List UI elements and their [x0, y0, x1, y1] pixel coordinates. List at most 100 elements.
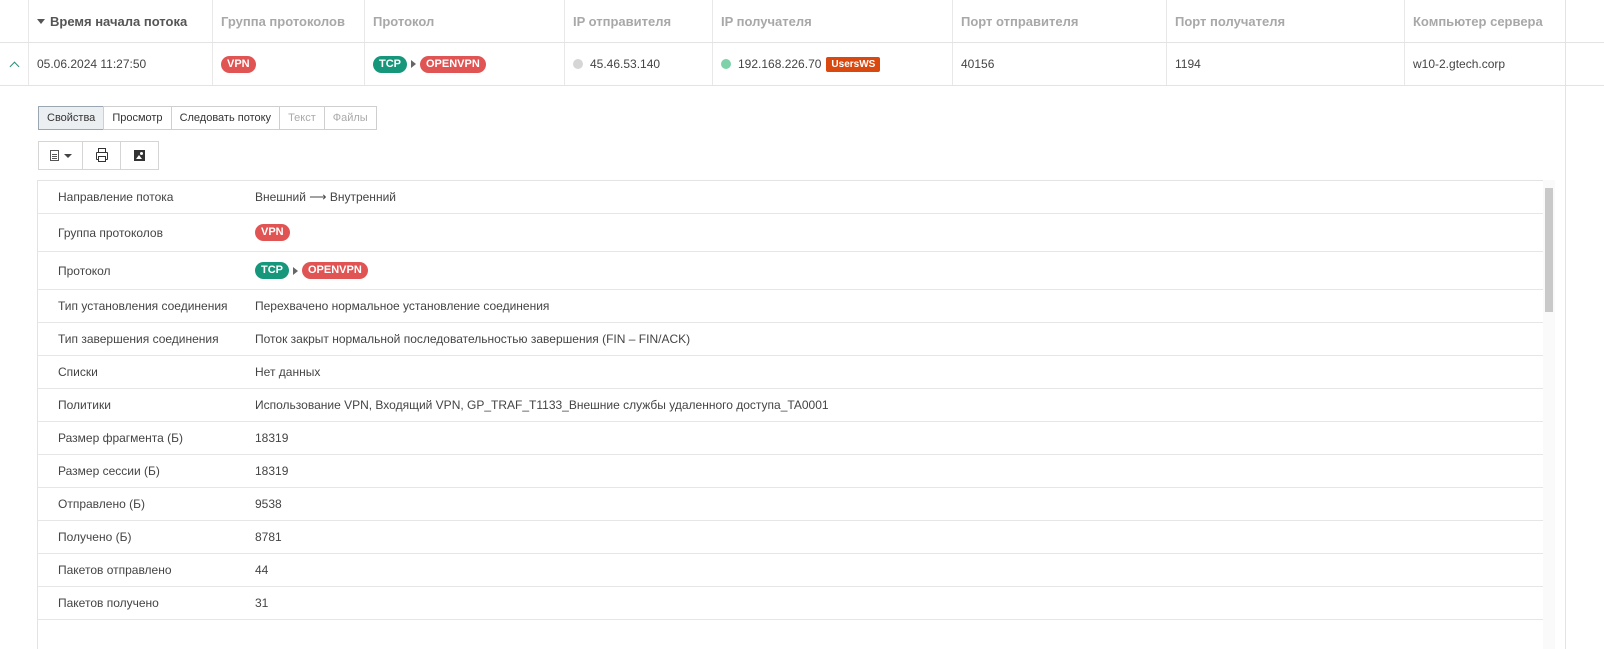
header-expander — [0, 0, 28, 42]
prop-row-sent: Отправлено (Б) 9538 — [38, 488, 1554, 521]
prop-row-lists: Списки Нет данных — [38, 356, 1554, 389]
column-label: Порт получателя — [1175, 13, 1286, 29]
prop-label: Отправлено (Б) — [58, 497, 145, 511]
column-label: Компьютер сервера — [1413, 13, 1543, 29]
table-row[interactable]: 05.06.2024 11:27:50 VPN TCP OPENVPN 45.4… — [0, 43, 1604, 86]
protocol-group-badge: VPN — [221, 55, 256, 73]
column-protocol-group[interactable]: Группа протоколов — [212, 0, 364, 42]
column-protocol[interactable]: Протокол — [364, 0, 564, 42]
prop-value: Нет данных — [255, 365, 321, 379]
tab-files[interactable]: Файлы — [323, 106, 377, 130]
prop-label: Протокол — [58, 263, 111, 278]
prop-row-direction: Направление потока Внешний ⟶ Внутренний — [38, 181, 1554, 214]
prop-label: Размер сессии (Б) — [58, 464, 160, 478]
column-label: Группа протоколов — [221, 13, 345, 29]
image-icon — [134, 150, 145, 161]
document-icon — [49, 150, 59, 161]
server-host-value: w10-2.gtech.corp — [1413, 57, 1506, 71]
tab-text[interactable]: Текст — [279, 106, 325, 130]
column-dst-port[interactable]: Порт получателя — [1166, 0, 1404, 42]
prop-value: 31 — [255, 596, 269, 610]
protocol-app-badge: OPENVPN — [420, 55, 486, 73]
prop-row-pkts-sent: Пакетов отправлено 44 — [38, 554, 1554, 587]
column-label: IP отправителя — [573, 13, 672, 29]
cell-dst-port: 1194 — [1166, 43, 1404, 85]
prop-value: 44 — [255, 563, 269, 577]
sort-desc-icon — [37, 18, 45, 24]
protocol-group-badge: VPN — [255, 224, 290, 241]
column-label: Время начала потока — [50, 13, 188, 29]
print-icon — [95, 147, 108, 162]
export-dropdown-button[interactable] — [38, 141, 83, 170]
prop-label: Направление потока — [58, 190, 174, 204]
prop-value: Внешний ⟶ Внутренний — [255, 190, 396, 204]
src-ip-value: 45.46.53.140 — [590, 57, 661, 71]
prop-row-received: Получено (Б) 8781 — [38, 521, 1554, 554]
prop-value: VPN — [255, 224, 290, 241]
host-tag-badge: UsersWS — [826, 56, 881, 72]
tab-properties[interactable]: Свойства — [38, 106, 105, 130]
print-button[interactable] — [82, 141, 121, 170]
prop-value: 9538 — [255, 497, 282, 511]
prop-label: Размер фрагмента (Б) — [58, 431, 183, 445]
prop-value: 18319 — [255, 464, 289, 478]
prop-label: Списки — [58, 365, 98, 379]
column-src-ip[interactable]: IP отправителя — [564, 0, 712, 42]
arrow-right-icon — [293, 266, 298, 275]
properties-table: Направление потока Внешний ⟶ Внутренний … — [37, 180, 1555, 649]
detail-toolbar — [38, 141, 159, 170]
table-header: Время начала потока Группа протоколов Пр… — [0, 0, 1604, 43]
column-label: Протокол — [373, 13, 435, 29]
prop-row-policies: Политики Использование VPN, Входящий VPN… — [38, 389, 1554, 422]
prop-row-group: Группа протоколов VPN — [38, 214, 1554, 252]
column-label: Порт отправителя — [961, 13, 1079, 29]
cell-src-port: 40156 — [952, 43, 1166, 85]
image-button[interactable] — [120, 141, 159, 170]
caret-down-icon — [63, 153, 72, 158]
tab-view[interactable]: Просмотр — [103, 106, 172, 130]
prop-row-protocol: Протокол TCP OPENVPN — [38, 252, 1554, 290]
prop-label: Тип установления соединения — [58, 299, 228, 313]
divider — [1565, 0, 1566, 649]
prop-value: TCP OPENVPN — [255, 262, 368, 279]
cell-server-host: w10-2.gtech.corp — [1404, 43, 1604, 85]
prop-row-conn-type: Тип установления соединения Перехвачено … — [38, 290, 1554, 323]
arrow-right-icon — [411, 60, 416, 68]
prop-row-session-size: Размер сессии (Б) 18319 — [38, 455, 1554, 488]
src-port-value: 40156 — [961, 57, 995, 71]
dst-port-value: 1194 — [1175, 57, 1201, 71]
scrollbar-thumb[interactable] — [1545, 188, 1553, 312]
prop-value: Использование VPN, Входящий VPN, GP_TRAF… — [255, 398, 829, 412]
cell-start-time: 05.06.2024 11:27:50 — [28, 43, 212, 85]
column-start-time[interactable]: Время начала потока — [28, 0, 212, 42]
column-src-port[interactable]: Порт отправителя — [952, 0, 1166, 42]
prop-label: Группа протоколов — [58, 225, 163, 240]
protocol-app-badge: OPENVPN — [302, 262, 368, 279]
column-dst-ip[interactable]: IP получателя — [712, 0, 952, 42]
cell-protocol: TCP OPENVPN — [364, 43, 564, 85]
detail-tabs: Свойства Просмотр Следовать потоку Текст… — [38, 106, 377, 130]
cell-dst-ip: 192.168.226.70 UsersWS — [712, 43, 952, 85]
prop-label: Политики — [58, 398, 111, 412]
status-dot-icon — [721, 59, 731, 69]
prop-value: 8781 — [255, 530, 282, 544]
prop-row-term-type: Тип завершения соединения Поток закрыт н… — [38, 323, 1554, 356]
cell-src-ip: 45.46.53.140 — [564, 43, 712, 85]
prop-value: Поток закрыт нормальной последовательнос… — [255, 332, 691, 346]
protocol-base-badge: TCP — [373, 55, 407, 73]
start-time-value: 05.06.2024 11:27:50 — [37, 57, 147, 71]
dst-ip-value: 192.168.226.70 — [738, 57, 822, 71]
prop-row-pkts-recv: Пакетов получено 31 — [38, 587, 1554, 620]
protocol-base-badge: TCP — [255, 262, 289, 279]
column-label: IP получателя — [721, 13, 812, 29]
tab-follow-stream[interactable]: Следовать потоку — [170, 106, 281, 130]
cell-protocol-group: VPN — [212, 43, 364, 85]
status-dot-icon — [573, 59, 583, 69]
chevron-up-icon — [9, 61, 19, 71]
column-server-host[interactable]: Компьютер сервера — [1404, 0, 1604, 42]
prop-label: Пакетов получено — [58, 596, 159, 610]
prop-label: Тип завершения соединения — [58, 332, 219, 346]
collapse-row-button[interactable] — [0, 43, 28, 85]
prop-row-frag-size: Размер фрагмента (Б) 18319 — [38, 422, 1554, 455]
prop-label: Получено (Б) — [58, 530, 132, 544]
